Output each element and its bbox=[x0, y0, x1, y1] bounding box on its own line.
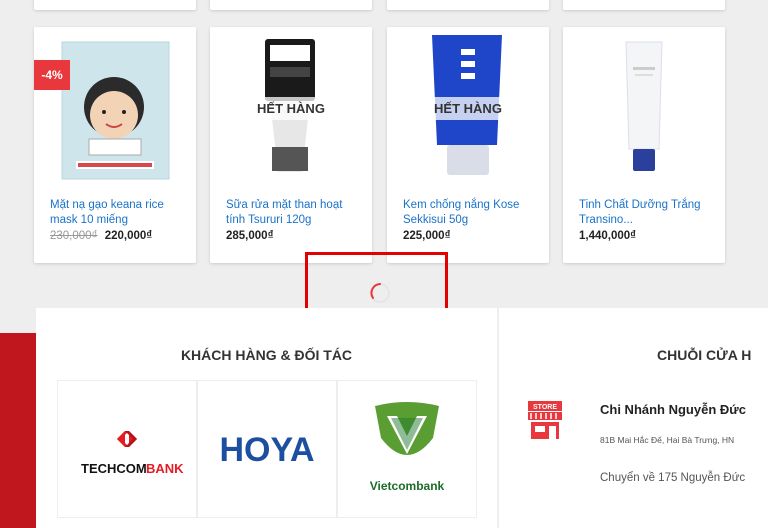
store-branch-note: Chuyển về 175 Nguyễn Đức bbox=[600, 472, 746, 484]
store-icon: STORE bbox=[528, 401, 562, 439]
product-name[interactable]: Kem chống nắng Kose Sekkisui 50g bbox=[403, 198, 537, 228]
partner-logo-vietcombank[interactable]: Vietcombank bbox=[337, 380, 477, 518]
product-card-prev[interactable] bbox=[210, 0, 372, 10]
partners-section: KHÁCH HÀNG & ĐỐI TÁC TECHCOM BANK HOYA V… bbox=[36, 308, 497, 528]
product-card[interactable]: -4% Mặt nạ gạo keana rice mask 10 miếng … bbox=[34, 27, 196, 263]
store-branch-address: 81B Mai Hắc Đế, Hai Bà Trưng, HN bbox=[600, 435, 735, 445]
out-of-stock-overlay: HẾT HÀNG bbox=[387, 27, 549, 189]
stores-title: CHUỖI CỬA H bbox=[657, 347, 752, 363]
current-price: 225,000₫ bbox=[403, 230, 451, 242]
price-row: 1,440,000₫ bbox=[579, 230, 636, 242]
discount-badge: -4% bbox=[34, 60, 70, 90]
current-price: 220,000₫ bbox=[104, 230, 153, 242]
hoya-text: HOYA bbox=[219, 431, 314, 469]
out-of-stock-label: HẾT HÀNG bbox=[249, 96, 333, 120]
current-price: 285,000₫ bbox=[226, 230, 274, 242]
hoya-logo-icon: HOYA bbox=[219, 431, 314, 469]
out-of-stock-label: HẾT HÀNG bbox=[426, 96, 510, 120]
store-icon-label: STORE bbox=[533, 404, 557, 411]
partner-logo-hoya[interactable]: HOYA bbox=[197, 380, 337, 518]
product-name[interactable]: Tinh Chất Dưỡng Trắng Transino... bbox=[579, 198, 713, 228]
vietcombank-logo-icon: Vietcombank bbox=[370, 402, 445, 493]
side-banner bbox=[0, 333, 36, 528]
partners-title: KHÁCH HÀNG & ĐỐI TÁC bbox=[180, 347, 353, 363]
old-price: 230,000₫ bbox=[50, 230, 98, 242]
product-card-prev[interactable] bbox=[563, 0, 725, 10]
product-name[interactable]: Sữa rửa mặt than hoạt tính Tsururi 120g bbox=[226, 198, 360, 228]
product-card-prev[interactable] bbox=[34, 0, 196, 10]
current-price: 1,440,000₫ bbox=[579, 230, 637, 242]
techcombank-text-a: TECHCOM bbox=[81, 461, 147, 476]
price-row: 230,000₫ 220,000₫ bbox=[50, 230, 152, 242]
techcombank-text-b: BANK bbox=[146, 461, 184, 476]
store-chain-section: CHUỖI CỬA H STORE Chi Nhánh Nguyễn Đức 8… bbox=[499, 308, 768, 528]
price-row: 225,000₫ bbox=[403, 230, 450, 242]
product-card[interactable]: HẾT HÀNG Kem chống nắng Kose Sekkisui 50… bbox=[387, 27, 549, 263]
product-card[interactable]: Tinh Chất Dưỡng Trắng Transino... 1,440,… bbox=[563, 27, 725, 263]
vietcombank-text: Vietcombank bbox=[370, 479, 445, 493]
price-row: 285,000₫ bbox=[226, 230, 273, 242]
techcombank-logo-icon: TECHCOM BANK bbox=[81, 431, 184, 476]
product-card[interactable]: HẾT HÀNG Sữa rửa mặt than hoạt tính Tsur… bbox=[210, 27, 372, 263]
partner-logo-techcombank[interactable]: TECHCOM BANK bbox=[57, 380, 197, 518]
product-image[interactable] bbox=[34, 27, 196, 189]
out-of-stock-overlay: HẾT HÀNG bbox=[210, 27, 372, 189]
product-name[interactable]: Mặt nạ gạo keana rice mask 10 miếng bbox=[50, 198, 184, 228]
product-image[interactable] bbox=[563, 27, 725, 189]
store-branch-name[interactable]: Chi Nhánh Nguyễn Đức bbox=[600, 402, 746, 417]
product-card-prev[interactable] bbox=[387, 0, 549, 10]
